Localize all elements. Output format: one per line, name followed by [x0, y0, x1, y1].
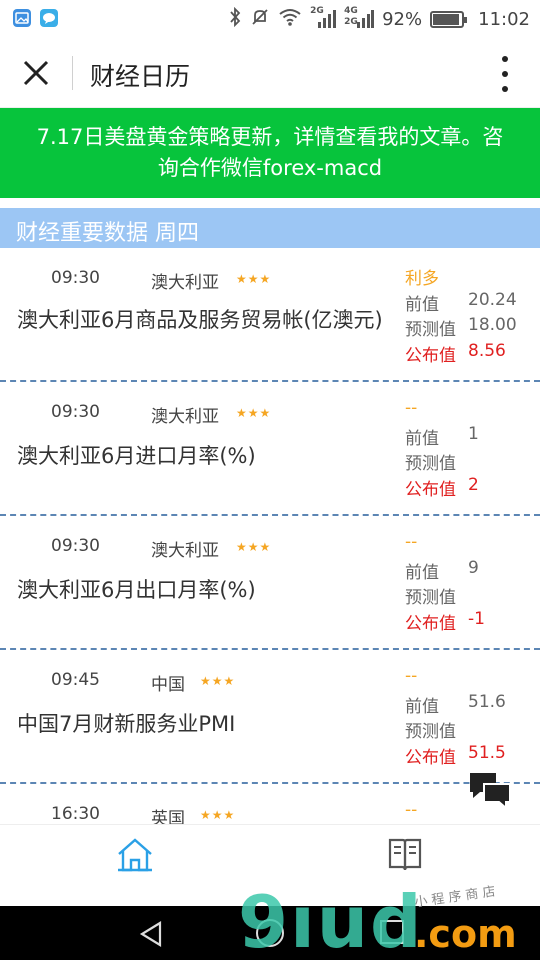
previous-value: 1	[468, 424, 479, 444]
published-row: 公布值 -1	[405, 609, 485, 634]
status-icons: 2G 4G 2G 92% 11:02	[228, 0, 530, 38]
importance-stars: ★★★	[236, 540, 272, 554]
more-vertical-icon[interactable]	[490, 56, 520, 92]
event-impact: --	[405, 398, 418, 418]
event-item[interactable]: 09:30 澳大利亚 ★★★ 澳大利亚6月出口月率(%) -- 前值 9 预测值 …	[0, 516, 540, 650]
previous-row: 前值 9	[405, 558, 479, 583]
previous-value: 9	[468, 558, 479, 578]
forecast-row: 预测值	[405, 449, 456, 474]
event-impact: 利多	[405, 269, 439, 289]
forecast-row: 预测值 18.00	[405, 315, 517, 340]
event-country: 英国	[151, 809, 185, 824]
forecast-label: 预测值	[405, 722, 456, 742]
app-header: 财经日历	[0, 38, 540, 108]
signal-2g-icon: 2G	[310, 6, 337, 30]
event-title: 澳大利亚6月进口月率(%)	[17, 444, 256, 468]
forecast-label: 预测值	[405, 320, 456, 340]
previous-value: 20.24	[468, 290, 517, 310]
forecast-label: 预测值	[405, 454, 456, 474]
published-value: 8.56	[468, 341, 506, 361]
battery-fill	[433, 13, 459, 25]
signal-4g-icon: 4G 2G	[344, 6, 375, 30]
previous-label: 前值	[405, 697, 439, 717]
status-bar: 2G 4G 2G 92% 11:02	[0, 0, 540, 38]
page-title: 财经日历	[90, 62, 191, 91]
previous-row: 前值 20.24	[405, 290, 517, 315]
event-time: 16:30	[51, 804, 100, 824]
event-impact: --	[405, 666, 418, 686]
section-header: 财经重要数据 周四	[0, 208, 540, 248]
gallery-notification-icon	[13, 9, 31, 27]
published-row: 公布值 51.5	[405, 743, 506, 768]
published-label: 公布值	[405, 748, 456, 768]
event-title: 中国7月财新服务业PMI	[17, 712, 236, 736]
event-impact: --	[405, 532, 418, 552]
event-time: 09:30	[51, 268, 100, 288]
home-icon[interactable]	[116, 837, 154, 873]
message-notification-icon	[40, 9, 58, 27]
event-country: 澳大利亚	[151, 541, 219, 561]
importance-stars: ★★★	[200, 674, 236, 688]
event-time: 09:45	[51, 670, 100, 690]
forecast-row: 预测值	[405, 583, 456, 608]
mute-icon	[250, 7, 270, 32]
published-value: 2	[468, 475, 479, 495]
event-time: 09:30	[51, 402, 100, 422]
forecast-row: 预测值	[405, 717, 456, 742]
importance-stars: ★★★	[200, 808, 236, 822]
event-country: 澳大利亚	[151, 407, 219, 427]
previous-row: 前值 51.6	[405, 692, 506, 717]
event-title: 澳大利亚6月出口月率(%)	[17, 578, 256, 602]
previous-label: 前值	[405, 429, 439, 449]
event-item[interactable]: 16:30 英国 ★★★ --	[0, 784, 540, 824]
previous-value: 51.6	[468, 692, 506, 712]
published-label: 公布值	[405, 480, 456, 500]
event-country: 澳大利亚	[151, 273, 219, 293]
event-list[interactable]: 09:30 澳大利亚 ★★★ 澳大利亚6月商品及服务贸易帐(亿澳元) 利多 前值…	[0, 248, 540, 824]
forecast-value: 18.00	[468, 315, 517, 335]
event-country: 中国	[151, 675, 185, 695]
watermark-logo: 9ıud .com 小 程 序 商 店	[238, 880, 517, 960]
battery-percent: 92%	[382, 8, 423, 30]
previous-row: 前值 1	[405, 424, 479, 449]
bluetooth-icon	[228, 6, 242, 32]
published-label: 公布值	[405, 614, 456, 634]
importance-stars: ★★★	[236, 406, 272, 420]
header-divider	[72, 56, 73, 90]
event-title: 澳大利亚6月商品及服务贸易帐(亿澳元)	[17, 308, 383, 332]
book-icon[interactable]	[386, 837, 424, 873]
previous-label: 前值	[405, 563, 439, 583]
published-value: -1	[468, 609, 485, 629]
event-item[interactable]: 09:30 澳大利亚 ★★★ 澳大利亚6月进口月率(%) -- 前值 1 预测值 …	[0, 382, 540, 516]
published-row: 公布值 2	[405, 475, 479, 500]
close-icon[interactable]	[18, 55, 54, 91]
published-label: 公布值	[405, 346, 456, 366]
published-row: 公布值 8.56	[405, 341, 506, 366]
battery-icon	[430, 10, 468, 28]
importance-stars: ★★★	[236, 272, 272, 286]
chat-icon[interactable]	[468, 770, 512, 811]
promo-banner[interactable]: 7.17日美盘黄金策略更新，详情查看我的文章。咨询合作微信forex-macd	[0, 108, 540, 198]
published-value: 51.5	[468, 743, 506, 763]
clock: 11:02	[478, 8, 530, 30]
back-icon[interactable]	[138, 920, 164, 952]
forecast-label: 预测值	[405, 588, 456, 608]
event-impact: --	[405, 800, 418, 820]
event-item[interactable]: 09:30 澳大利亚 ★★★ 澳大利亚6月商品及服务贸易帐(亿澳元) 利多 前值…	[0, 248, 540, 382]
event-item[interactable]: 09:45 中国 ★★★ 中国7月财新服务业PMI -- 前值 51.6 预测值 …	[0, 650, 540, 784]
event-time: 09:30	[51, 536, 100, 556]
wifi-icon	[278, 7, 302, 32]
previous-label: 前值	[405, 295, 439, 315]
